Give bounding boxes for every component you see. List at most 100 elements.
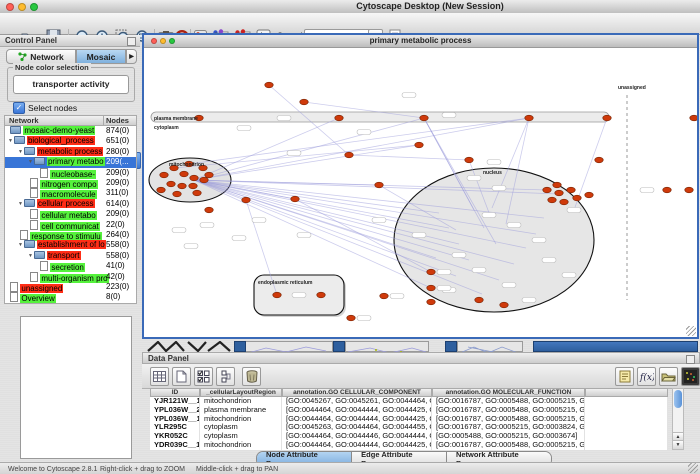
- network-node[interactable]: [190, 175, 198, 181]
- view-resize-grip[interactable]: [686, 326, 696, 336]
- network-node[interactable]: [560, 199, 568, 205]
- network-node[interactable]: [347, 315, 355, 321]
- network-node[interactable]: [690, 115, 697, 121]
- tree-row[interactable]: cell communicat22(0): [5, 220, 137, 230]
- table-column-header[interactable]: _cellularLayoutRegion: [200, 388, 282, 397]
- network-node[interactable]: [553, 182, 561, 188]
- tab-network[interactable]: Network: [6, 49, 76, 64]
- tree-expand-icon[interactable]: ▼: [8, 138, 13, 144]
- minimize-window-icon[interactable]: [18, 3, 26, 11]
- network-node[interactable]: [548, 197, 556, 203]
- network-node[interactable]: [420, 115, 428, 121]
- color-attribute-select[interactable]: transporter activity: [13, 75, 129, 94]
- annotation-icon[interactable]: [615, 367, 634, 386]
- background-window[interactable]: [345, 341, 429, 352]
- network-node[interactable]: [300, 99, 308, 105]
- network-node[interactable]: [265, 82, 273, 88]
- table-scrollbar[interactable]: ▲ ▼: [672, 388, 684, 450]
- table-cell[interactable]: [GO:0016787, GO:0005488, GO:0005215, G..…: [432, 415, 585, 424]
- tab-mosaic[interactable]: Mosaic: [76, 49, 126, 64]
- network-node[interactable]: [475, 297, 483, 303]
- scroll-down-icon[interactable]: ▼: [673, 440, 683, 449]
- grid-icon[interactable]: [150, 367, 169, 386]
- table-cell[interactable]: mitochondrion: [200, 397, 282, 406]
- network-node[interactable]: [567, 187, 575, 193]
- tree-expand-icon[interactable]: ▼: [18, 242, 23, 248]
- tab-overflow-icon[interactable]: ▶: [126, 49, 137, 64]
- network-node[interactable]: [525, 115, 533, 121]
- select-nodes-checkbox[interactable]: ✓: [13, 102, 25, 114]
- tree-row[interactable]: ▼primary metabo209(...: [5, 157, 137, 167]
- background-window[interactable]: [457, 341, 523, 352]
- tree-expand-icon[interactable]: ▼: [28, 159, 33, 165]
- network-node[interactable]: [180, 171, 188, 177]
- tree-expand-icon[interactable]: ▼: [18, 149, 23, 155]
- network-node[interactable]: [465, 157, 473, 163]
- tree-row[interactable]: multi-organism pro42(0): [5, 272, 137, 282]
- table-cell[interactable]: mitochondrion: [200, 441, 282, 450]
- float-panel-icon[interactable]: [127, 37, 136, 46]
- delete-attribute-icon[interactable]: [242, 367, 261, 386]
- table-cell[interactable]: plasma membrane: [200, 406, 282, 415]
- table-cell[interactable]: [585, 406, 668, 415]
- tree-row[interactable]: macromolecule311(0): [5, 188, 137, 198]
- table-column-header[interactable]: annotation.GO MOLECULAR_FUNCTION: [432, 388, 585, 397]
- import-table-icon[interactable]: [659, 367, 678, 386]
- network-node[interactable]: [178, 183, 186, 189]
- table-cell[interactable]: [585, 415, 668, 424]
- table-cell[interactable]: [GO:0016787, GO:0005488, GO:0005215, G..…: [432, 441, 585, 450]
- network-node[interactable]: [603, 115, 611, 121]
- table-cell[interactable]: [585, 432, 668, 441]
- network-node[interactable]: [273, 292, 281, 298]
- table-cell[interactable]: [GO:0016787, GO:0005488, GO:0005215, G..…: [432, 397, 585, 406]
- close-window-icon[interactable]: [6, 3, 14, 11]
- background-window-icon[interactable]: [333, 341, 345, 352]
- network-node[interactable]: [193, 190, 201, 196]
- network-edge[interactable]: [194, 145, 419, 180]
- birdseye-view[interactable]: [20, 316, 132, 459]
- network-node[interactable]: [317, 292, 325, 298]
- tree-row[interactable]: unassigned223(0): [5, 282, 137, 292]
- network-edge[interactable]: [349, 155, 469, 160]
- network-edge[interactable]: [194, 118, 424, 180]
- table-cell[interactable]: YDR039C__1: [150, 441, 200, 450]
- network-node[interactable]: [685, 187, 693, 193]
- table-cell[interactable]: [585, 423, 668, 432]
- network-node[interactable]: [335, 115, 343, 121]
- tree-row[interactable]: ▼biological_process651(0): [5, 136, 137, 146]
- plasma-membrane-region[interactable]: [151, 112, 609, 122]
- table-cell[interactable]: YLR295C: [150, 423, 200, 432]
- network-node[interactable]: [205, 207, 213, 213]
- unselect-attributes-icon[interactable]: [216, 367, 235, 386]
- tree-expand-icon[interactable]: ▼: [28, 253, 33, 259]
- network-node[interactable]: [200, 177, 208, 183]
- network-node[interactable]: [173, 191, 181, 197]
- scrollbar-thumb[interactable]: [674, 390, 682, 408]
- float-data-panel-icon[interactable]: [686, 355, 695, 364]
- network-node[interactable]: [345, 152, 353, 158]
- network-node[interactable]: [555, 190, 563, 196]
- tree-row[interactable]: Overview8(0): [5, 292, 137, 302]
- network-node[interactable]: [500, 302, 508, 308]
- table-cell[interactable]: YKR052C: [150, 432, 200, 441]
- network-node[interactable]: [573, 195, 581, 201]
- network-node[interactable]: [543, 187, 551, 193]
- tree-row[interactable]: cellular metabo209(0): [5, 209, 137, 219]
- tree-row[interactable]: ▼transport558(0): [5, 251, 137, 261]
- network-node[interactable]: [415, 142, 423, 148]
- background-window-icon[interactable]: [234, 341, 246, 352]
- table-cell[interactable]: [GO:0044464, GO:0044446, GO:0044444, G..…: [282, 432, 432, 441]
- network-node[interactable]: [242, 197, 250, 203]
- table-cell[interactable]: cytoplasm: [200, 423, 282, 432]
- table-cell[interactable]: [GO:0016787, GO:0005215, GO:0003824, G..…: [432, 423, 585, 432]
- network-node[interactable]: [205, 172, 213, 178]
- new-attribute-icon[interactable]: [172, 367, 191, 386]
- table-cell[interactable]: [GO:0045263, GO:0044464, GO:0044455, G..…: [282, 423, 432, 432]
- network-node[interactable]: [167, 181, 175, 187]
- window-resize-grip[interactable]: [688, 463, 698, 473]
- network-node[interactable]: [157, 187, 165, 193]
- tree-row[interactable]: ▼establishment of lo558(0): [5, 240, 137, 250]
- table-cell[interactable]: [GO:0005488, GO:0005215, GO:0003674]: [432, 432, 585, 441]
- network-node[interactable]: [380, 293, 388, 299]
- table-column-header[interactable]: ID: [150, 388, 200, 397]
